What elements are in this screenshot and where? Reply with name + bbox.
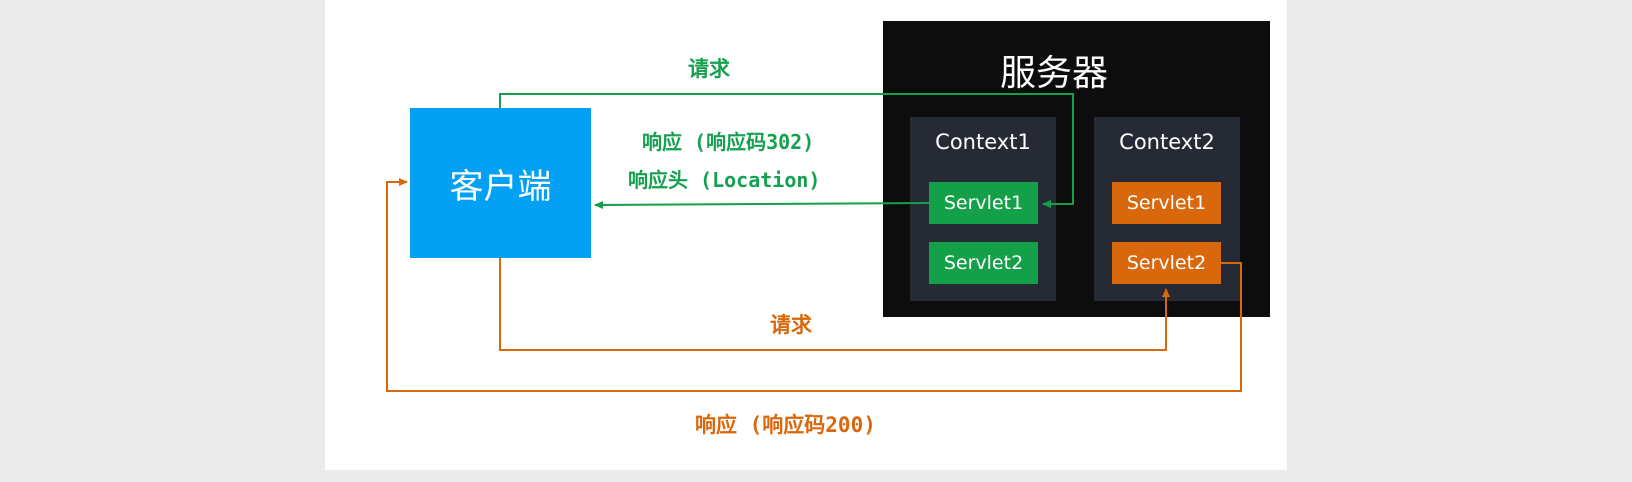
context1-label: Context1 — [935, 130, 1031, 154]
server-title: 服务器 — [1000, 53, 1109, 94]
context2-servlet2: Servlet2 — [1112, 242, 1221, 284]
green-request-label: 请求 — [688, 57, 730, 81]
orange-request-label: 请求 — [770, 313, 812, 337]
green-response-header-label: 响应头 (Location) — [628, 168, 821, 192]
green-response-label: 响应 (响应码302) — [642, 130, 815, 154]
client-box: 客户端 — [410, 108, 591, 258]
context2-servlet1: Servlet1 — [1112, 182, 1221, 224]
context2-label: Context2 — [1119, 130, 1215, 154]
context1-servlet2: Servlet2 — [929, 242, 1038, 284]
orange-response-label: 响应 (响应码200) — [695, 413, 876, 437]
context1-servlet1: Servlet1 — [929, 182, 1038, 224]
